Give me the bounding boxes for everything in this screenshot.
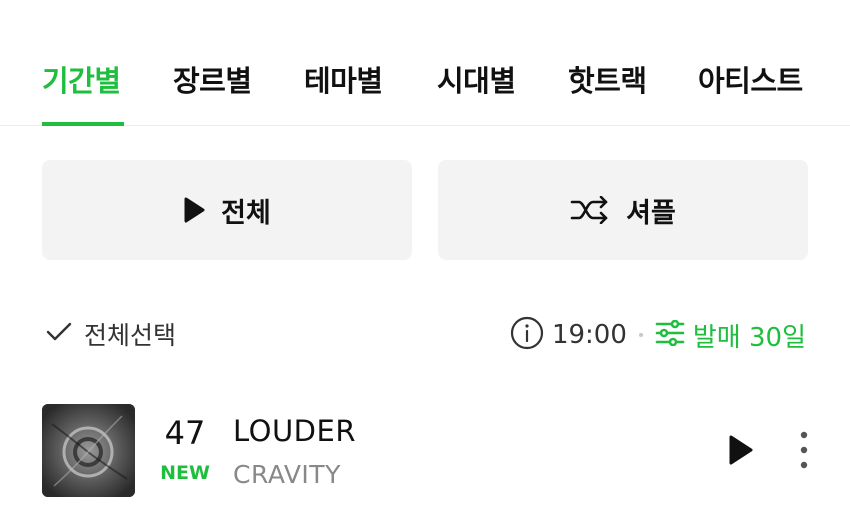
more-options-button[interactable] <box>794 430 814 470</box>
play-all-label: 전체 <box>221 197 271 229</box>
tab-hot-track[interactable]: 핫트랙 <box>568 58 647 100</box>
check-icon <box>46 322 72 346</box>
select-all-toggle[interactable]: 전체선택 <box>46 316 176 352</box>
album-art[interactable] <box>42 404 135 497</box>
tab-artist[interactable]: 아티스트 <box>698 58 803 100</box>
select-all-label: 전체선택 <box>84 321 177 350</box>
play-icon <box>722 435 758 472</box>
separator-dot <box>638 333 643 337</box>
shuffle-icon <box>570 196 610 224</box>
tab-era[interactable]: 시대별 <box>437 58 516 100</box>
shuffle-label: 셔플 <box>626 197 676 229</box>
active-tab-indicator <box>42 122 124 126</box>
release-filter-button[interactable]: 발매 30일 <box>655 317 806 354</box>
play-all-button[interactable]: 전체 <box>42 160 412 260</box>
more-vertical-icon <box>794 431 814 474</box>
info-icon[interactable] <box>510 316 544 354</box>
list-meta: 19:00 발매 30일 <box>510 316 806 354</box>
sliders-icon <box>655 319 685 350</box>
track-row[interactable]: 47 NEW LOUDER CRAVITY <box>0 392 850 512</box>
track-play-button[interactable] <box>722 432 758 468</box>
play-icon <box>183 197 205 223</box>
track-title: LOUDER <box>233 414 356 448</box>
update-time: 19:00 <box>551 320 627 350</box>
track-rank: 47 <box>164 414 206 452</box>
shuffle-button[interactable]: 셔플 <box>438 160 808 260</box>
release-filter-label: 발매 30일 <box>692 322 806 353</box>
new-badge: NEW <box>160 462 210 484</box>
tab-theme[interactable]: 테마별 <box>304 58 383 100</box>
tab-genre[interactable]: 장르별 <box>173 58 252 100</box>
tab-period[interactable]: 기간별 <box>42 58 121 100</box>
track-artist[interactable]: CRAVITY <box>233 460 341 489</box>
tab-bar: 기간별 장르별 테마별 시대별 핫트랙 아티스트 <box>0 0 850 126</box>
